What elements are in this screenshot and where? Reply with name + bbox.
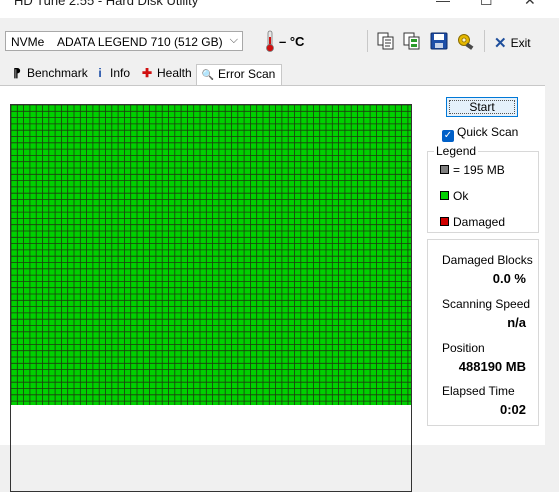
title-bar: HD Tune 2.55 - Hard Disk Utility — ☐ ✕	[0, 0, 559, 18]
tab-benchmark[interactable]: ⁋ Benchmark	[10, 66, 88, 86]
info-icon: i	[98, 66, 102, 80]
tab-label: Benchmark	[27, 66, 88, 80]
position-label: Position	[442, 341, 485, 355]
tab-label: Error Scan	[218, 67, 276, 81]
drive-select-value: NVMe ADATA LEGEND 710 (512 GB)	[11, 35, 223, 49]
quick-scan-checkbox[interactable]: ✓ Quick Scan	[442, 125, 518, 142]
quick-scan-label: Quick Scan	[457, 125, 519, 139]
temperature-readout: – °C	[279, 34, 305, 49]
legend-label: Ok	[453, 189, 469, 203]
legend-swatch	[440, 217, 449, 226]
close-button[interactable]: ✕	[524, 0, 536, 9]
scanning-speed-value: n/a	[507, 315, 526, 330]
tab-bar: ⁋ Benchmark i Info ✚ Health 🔍 Error Scan	[0, 64, 559, 86]
tab-health[interactable]: ✚ Health	[140, 66, 192, 86]
drive-select[interactable]: NVMe ADATA LEGEND 710 (512 GB) ⌵	[5, 31, 243, 51]
copy-text-icon[interactable]	[376, 31, 396, 51]
minimize-button[interactable]: —	[436, 0, 450, 8]
scanning-speed-label: Scanning Speed	[442, 297, 531, 311]
scan-block-grid	[10, 104, 412, 492]
maximize-button[interactable]: ☐	[480, 0, 493, 9]
position-value: 488190 MB	[458, 359, 526, 374]
exit-button[interactable]: ✕ Exit	[494, 33, 531, 52]
tab-label: Health	[157, 66, 192, 80]
health-icon: ✚	[141, 66, 153, 80]
chevron-down-icon: ⌵	[229, 34, 238, 46]
copy-info-icon[interactable]	[402, 31, 422, 51]
options-icon[interactable]	[455, 31, 475, 51]
tab-error-scan[interactable]: 🔍 Error Scan	[196, 64, 283, 86]
toolbar: NVMe ADATA LEGEND 710 (512 GB) ⌵ – °C ✕ E…	[0, 18, 559, 62]
toolbar-separator	[367, 30, 368, 52]
elapsed-time-value: 0:02	[499, 402, 526, 417]
save-icon[interactable]	[429, 31, 449, 51]
start-button[interactable]: Start	[446, 97, 518, 117]
close-icon: ✕	[494, 35, 507, 52]
legend-swatch	[440, 165, 449, 174]
damaged-blocks-value: 0.0 %	[492, 271, 526, 286]
error-scan-icon: 🔍	[201, 70, 215, 81]
benchmark-icon: ⁋	[13, 66, 21, 80]
tab-label: Info	[110, 66, 131, 80]
legend-swatch	[440, 191, 449, 200]
toolbar-separator	[484, 30, 485, 52]
exit-label: Exit	[510, 36, 531, 50]
thermometer-icon	[266, 30, 274, 52]
window-title: HD Tune 2.55 - Hard Disk Utility	[14, 0, 199, 8]
checkbox-checked-icon: ✓	[442, 130, 454, 142]
damaged-blocks-label: Damaged Blocks	[442, 253, 533, 267]
tab-info[interactable]: i Info	[93, 66, 130, 86]
block-map	[11, 105, 411, 405]
elapsed-time-label: Elapsed Time	[442, 384, 515, 398]
legend-label: = 195 MB	[453, 163, 505, 177]
legend-title: Legend	[434, 144, 479, 158]
legend-item-block-size: = 195 MB	[440, 163, 505, 177]
legend-label: Damaged	[453, 215, 506, 229]
legend-item-damaged: Damaged	[440, 215, 505, 229]
legend-item-ok: Ok	[440, 189, 468, 203]
